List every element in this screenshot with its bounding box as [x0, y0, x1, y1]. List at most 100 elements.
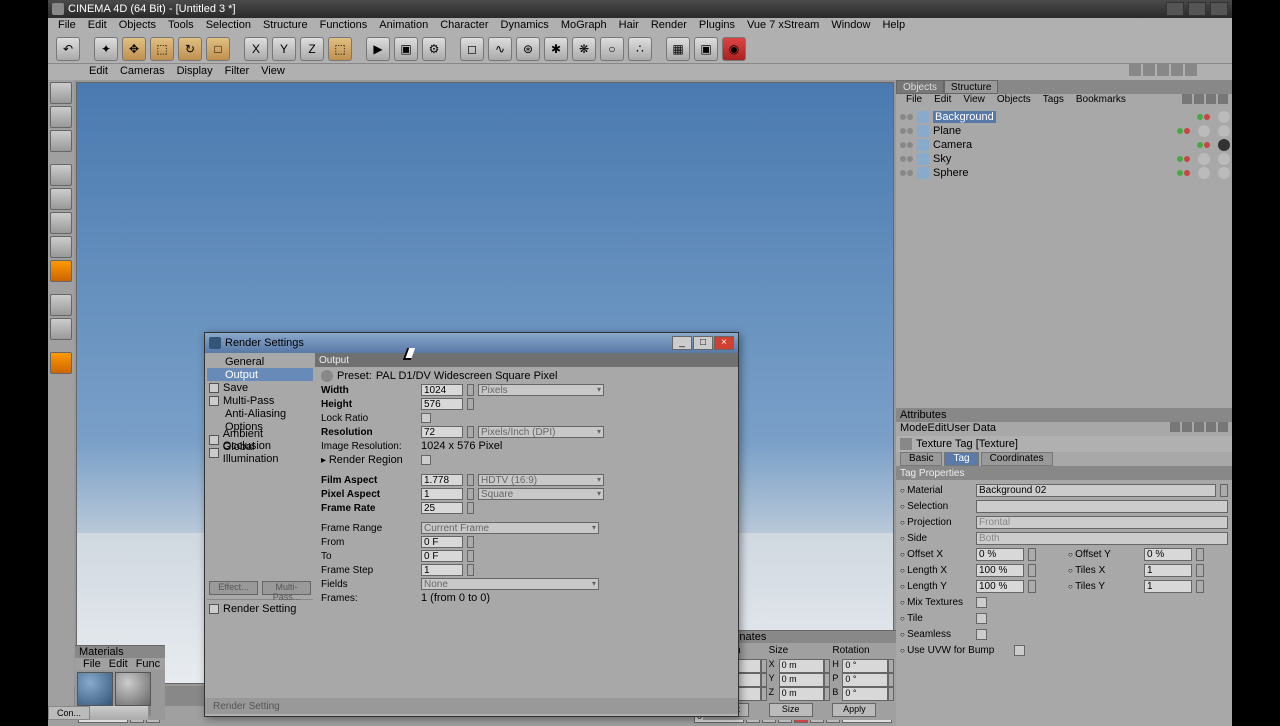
menu-mograph[interactable]: MoGraph	[555, 18, 613, 34]
tag-icon[interactable]	[1218, 125, 1230, 137]
attr-menu-userdata[interactable]: User Data	[947, 422, 997, 436]
tilx-field[interactable]: 1	[1144, 564, 1192, 577]
seam-checkbox[interactable]	[976, 629, 987, 640]
spinner-icon[interactable]	[467, 488, 474, 500]
edge-mode-icon[interactable]	[50, 188, 72, 210]
snap-icon[interactable]	[50, 318, 72, 340]
attr-tab-basic[interactable]: Basic	[900, 452, 942, 466]
particle-icon[interactable]: ∴	[628, 37, 652, 61]
light-icon[interactable]: ▦	[666, 37, 690, 61]
attr-menu-edit[interactable]: Edit	[928, 422, 947, 436]
spinner-icon[interactable]	[1196, 564, 1204, 577]
spinner-icon[interactable]	[467, 398, 474, 410]
step-field[interactable]: 1	[421, 564, 463, 576]
side-gi[interactable]: Global Illumination	[207, 446, 313, 459]
search-icon[interactable]	[1182, 94, 1192, 104]
scene-icon[interactable]: ○	[600, 37, 624, 61]
spinner-icon[interactable]	[467, 474, 474, 486]
spinner-icon[interactable]	[467, 536, 474, 548]
vp-icon-4[interactable]	[1171, 64, 1183, 76]
select-icon[interactable]: ✦	[94, 37, 118, 61]
region-checkbox[interactable]	[421, 455, 431, 465]
spinner-icon[interactable]	[888, 687, 894, 701]
size-y[interactable]: 0 m	[779, 673, 825, 687]
menu-tools[interactable]: Tools	[162, 18, 200, 34]
spinner-icon[interactable]	[467, 550, 474, 562]
tag-icon[interactable]	[1198, 125, 1210, 137]
tweak-mode-icon[interactable]	[50, 294, 72, 316]
spinner-icon[interactable]	[824, 673, 830, 687]
projection-field[interactable]: Frontal	[976, 516, 1228, 529]
multipass-button[interactable]: Multi-Pass...	[262, 581, 311, 595]
obj-camera[interactable]: Camera	[898, 138, 1230, 152]
res-field[interactable]: 72	[421, 426, 463, 438]
tag-icon[interactable]	[1218, 153, 1230, 165]
close-button[interactable]	[1210, 2, 1228, 16]
obj-menu-view[interactable]: View	[957, 94, 991, 108]
model-mode-icon[interactable]	[50, 82, 72, 104]
menu-objects[interactable]: Objects	[113, 18, 162, 34]
menu-character[interactable]: Character	[434, 18, 494, 34]
material-arrow-icon[interactable]	[1220, 484, 1228, 497]
apply-button[interactable]: Apply	[832, 703, 876, 717]
save-checkbox[interactable]	[209, 383, 219, 393]
vp-filter[interactable]: Filter	[219, 64, 255, 80]
menu-hair[interactable]: Hair	[613, 18, 645, 34]
spinner-icon[interactable]	[1028, 548, 1036, 561]
mix-checkbox[interactable]	[976, 597, 987, 608]
tool-icon[interactable]: □	[206, 37, 230, 61]
menu-plugins[interactable]: Plugins	[693, 18, 741, 34]
spinner-icon[interactable]	[1028, 564, 1036, 577]
size-x[interactable]: 0 m	[779, 659, 825, 673]
attr-nav-back-icon[interactable]	[1170, 422, 1180, 432]
vp-icon-2[interactable]	[1143, 64, 1155, 76]
menu-edit[interactable]: Edit	[82, 18, 113, 34]
menu-window[interactable]: Window	[825, 18, 876, 34]
attr-nav-fwd-icon[interactable]	[1194, 422, 1204, 432]
side-general[interactable]: General	[207, 355, 313, 368]
render-settings-icon[interactable]: ⚙	[422, 37, 446, 61]
rot-p[interactable]: 0 °	[842, 673, 888, 687]
spinner-icon[interactable]	[824, 659, 830, 673]
effect-button[interactable]: Effect...	[209, 581, 258, 595]
spinner-icon[interactable]	[888, 659, 894, 673]
obj-background[interactable]: Background	[898, 110, 1230, 124]
mat-menu-edit[interactable]: Edit	[105, 658, 132, 670]
height-field[interactable]: 576	[421, 398, 463, 410]
menu-structure[interactable]: Structure	[257, 18, 314, 34]
dialog-close-button[interactable]: ×	[714, 336, 734, 350]
to-field[interactable]: 0 F	[421, 550, 463, 562]
workplane-icon[interactable]	[50, 352, 72, 374]
point-mode-icon[interactable]	[50, 164, 72, 186]
spinner-icon[interactable]	[1196, 580, 1204, 593]
vp-edit[interactable]: Edit	[83, 64, 114, 80]
render-picture-icon[interactable]: ▣	[394, 37, 418, 61]
spinner-icon[interactable]	[1028, 580, 1036, 593]
side-multipass[interactable]: Multi-Pass	[207, 394, 313, 407]
taskbar-item[interactable]: Con...	[48, 706, 90, 720]
from-field[interactable]: 0 F	[421, 536, 463, 548]
y-axis-icon[interactable]: Y	[272, 37, 296, 61]
attr-lock-icon[interactable]	[1206, 422, 1216, 432]
uv-mode-icon[interactable]	[50, 236, 72, 258]
film-field[interactable]: 1.778	[421, 474, 463, 486]
attr-menu-mode[interactable]: Mode	[900, 422, 928, 436]
filter-icon[interactable]	[1206, 94, 1216, 104]
minimize-button[interactable]	[1166, 2, 1184, 16]
menu-animation[interactable]: Animation	[373, 18, 434, 34]
spinner-icon[interactable]	[467, 426, 474, 438]
side-aa[interactable]: Anti-Aliasing	[207, 407, 313, 420]
spinner-icon[interactable]	[888, 673, 894, 687]
vp-icon-3[interactable]	[1157, 64, 1169, 76]
deformer-icon[interactable]: ❋	[572, 37, 596, 61]
width-field[interactable]: 1024	[421, 384, 463, 396]
coord-icon[interactable]: ⬚	[328, 37, 352, 61]
eye-icon[interactable]	[1194, 94, 1204, 104]
spinner-icon[interactable]	[467, 502, 474, 514]
obj-plane[interactable]: Plane	[898, 124, 1230, 138]
cube-icon[interactable]: ◻	[460, 37, 484, 61]
z-axis-icon[interactable]: Z	[300, 37, 324, 61]
axis-mode-icon[interactable]	[50, 130, 72, 152]
render-setting-item[interactable]: Render Setting	[207, 602, 313, 615]
fields-dropdown[interactable]: None	[421, 578, 599, 590]
